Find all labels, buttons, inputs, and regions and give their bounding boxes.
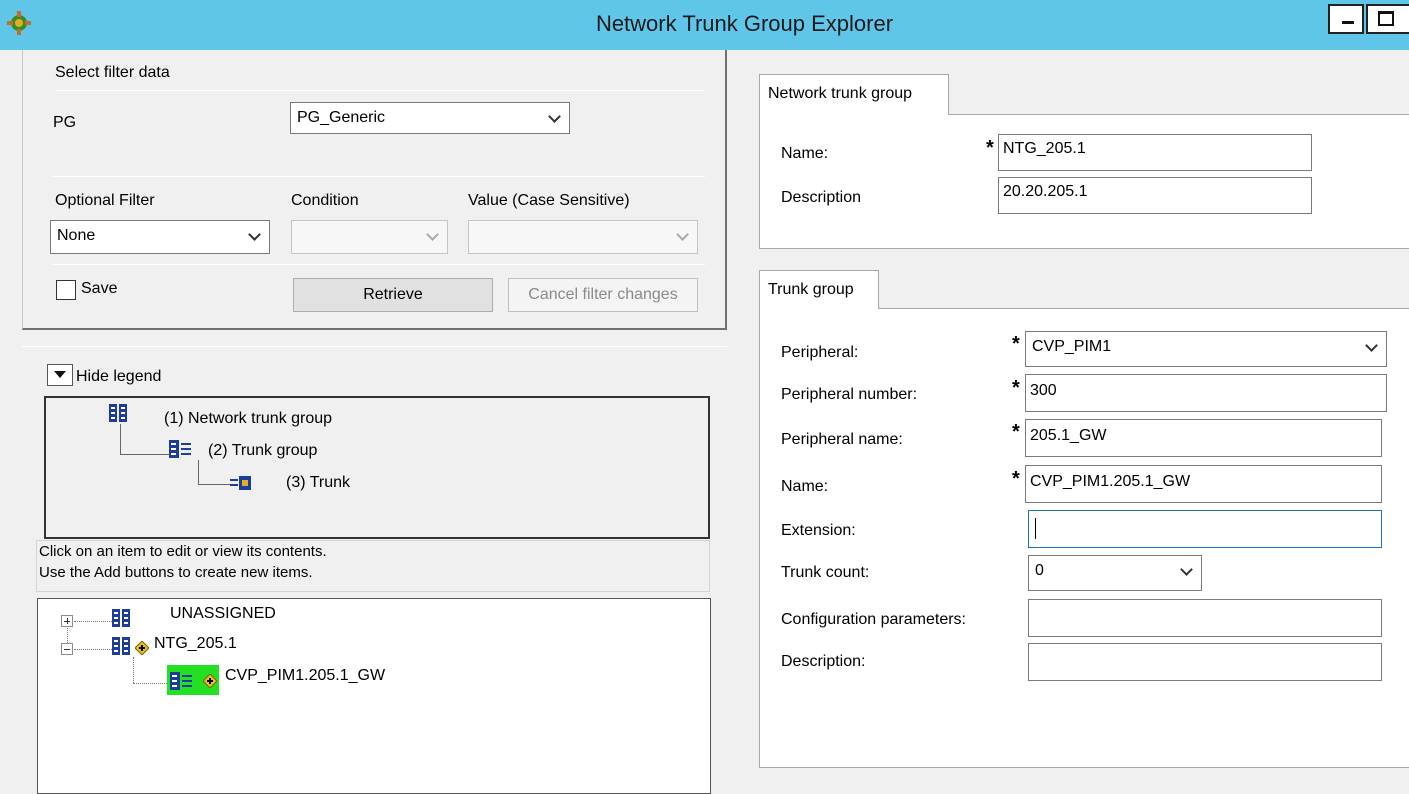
network-trunk-group-icon	[112, 609, 130, 627]
peripheral-name-label: Peripheral name:	[781, 431, 903, 448]
chevron-down-icon	[426, 228, 439, 241]
chevron-down-icon	[248, 228, 261, 241]
required-marker: *	[1012, 333, 1020, 355]
peripheral-number-field[interactable]: 300	[1025, 374, 1387, 412]
info-line-2: Use the Add buttons to create new items.	[39, 564, 313, 581]
peripheral-value: CVP_PIM1	[1032, 338, 1112, 355]
pg-dropdown[interactable]: PG_Generic	[290, 102, 570, 134]
expand-icon[interactable]	[61, 615, 73, 627]
legend-item-network-trunk-group: (1) Network trunk group	[164, 410, 333, 427]
config-params-label: Configuration parameters:	[781, 611, 966, 628]
tg-name-label: Name:	[781, 478, 829, 495]
trunk-icon	[230, 476, 251, 490]
chevron-down-icon	[676, 228, 689, 241]
network-trunk-group-icon	[109, 404, 127, 422]
condition-dropdown[interactable]	[291, 220, 448, 254]
tab-trunk-group[interactable]: Trunk group	[759, 270, 879, 309]
ntg-name-label: Name:	[781, 145, 829, 162]
tg-description-label: Description:	[781, 653, 866, 670]
divider	[53, 176, 705, 177]
trunk-group-icon	[170, 672, 192, 690]
trunk-group-icon	[169, 440, 191, 458]
title-bar: Network Trunk Group Explorer	[0, 0, 1409, 50]
chevron-down-icon	[1180, 563, 1193, 576]
tab-network-trunk-group[interactable]: Network trunk group	[759, 74, 949, 115]
info-box: Click on an item to edit or view its con…	[36, 540, 710, 592]
tg-description-field[interactable]	[1028, 643, 1382, 681]
save-checkbox[interactable]	[56, 280, 76, 300]
value-dropdown[interactable]	[468, 220, 698, 254]
filter-panel: Select filter data PG PG_Generic Optiona…	[22, 50, 727, 330]
condition-label: Condition	[291, 192, 359, 209]
filter-group-title: Select filter data	[55, 64, 170, 81]
pg-dropdown-value: PG_Generic	[297, 109, 386, 126]
optional-filter-dropdown[interactable]: None	[50, 220, 270, 254]
ntg-description-field[interactable]: 20.20.205.1	[998, 177, 1312, 214]
caret-down-icon	[54, 371, 66, 378]
required-marker: *	[1012, 468, 1020, 490]
divider	[22, 346, 727, 347]
ntg-description-label: Description	[781, 189, 862, 206]
tree-node-unassigned[interactable]: UNASSIGNED	[170, 605, 276, 623]
minimize-button[interactable]	[1328, 4, 1364, 34]
peripheral-dropdown[interactable]: CVP_PIM1	[1025, 331, 1387, 367]
text-caret	[1035, 518, 1036, 539]
optional-filter-value: None	[57, 227, 96, 244]
collapse-icon[interactable]	[61, 643, 73, 655]
required-marker: *	[1012, 377, 1020, 399]
info-line-1: Click on an item to edit or view its con…	[39, 543, 327, 560]
network-trunk-group-panel: Name: * NTG_205.1 Description 20.20.205.…	[759, 114, 1409, 249]
required-marker: *	[1012, 421, 1020, 443]
legend-toggle-button[interactable]	[47, 364, 73, 386]
legend-box: (1) Network trunk group (2) Trunk group …	[44, 396, 710, 539]
pg-label: PG	[53, 114, 77, 131]
hide-legend-label: Hide legend	[76, 368, 162, 385]
add-marker-icon	[135, 641, 149, 655]
legend-item-trunk: (3) Trunk	[286, 474, 351, 491]
divider	[55, 90, 705, 91]
chevron-down-icon	[1365, 339, 1378, 352]
required-marker: *	[986, 137, 994, 159]
cancel-filter-changes-button[interactable]: Cancel filter changes	[508, 278, 698, 312]
config-params-field[interactable]	[1028, 599, 1382, 637]
tree-node-trunk-group[interactable]: CVP_PIM1.205.1_GW	[225, 667, 385, 685]
trunk-count-label: Trunk count:	[781, 564, 870, 581]
tg-name-field[interactable]: CVP_PIM1.205.1_GW	[1025, 465, 1382, 503]
optional-filter-label: Optional Filter	[55, 192, 155, 209]
peripheral-label: Peripheral:	[781, 344, 859, 361]
peripheral-number-label: Peripheral number:	[781, 386, 918, 403]
chevron-down-icon	[548, 110, 561, 123]
ntg-name-field[interactable]: NTG_205.1	[998, 134, 1312, 171]
add-marker-icon	[203, 674, 217, 688]
tree-view[interactable]: UNASSIGNED NTG_205.1 CVP_PIM1.205.1_GW	[37, 598, 711, 794]
extension-field[interactable]	[1028, 510, 1382, 548]
divider	[53, 264, 705, 265]
extension-label: Extension:	[781, 522, 856, 539]
trunk-group-panel: Peripheral: * CVP_PIM1 Peripheral number…	[759, 308, 1409, 768]
network-trunk-group-icon	[112, 637, 130, 655]
trunk-count-dropdown[interactable]: 0	[1028, 555, 1202, 591]
trunk-count-value: 0	[1035, 562, 1044, 579]
legend-item-trunk-group: (2) Trunk group	[208, 442, 318, 459]
value-label: Value (Case Sensitive)	[468, 192, 630, 209]
peripheral-name-field[interactable]: 205.1_GW	[1025, 419, 1382, 457]
maximize-button[interactable]	[1366, 4, 1409, 34]
retrieve-button[interactable]: Retrieve	[293, 278, 493, 312]
save-label: Save	[81, 280, 118, 297]
tree-node-ntg[interactable]: NTG_205.1	[154, 635, 237, 653]
window-title: Network Trunk Group Explorer	[595, 11, 894, 36]
